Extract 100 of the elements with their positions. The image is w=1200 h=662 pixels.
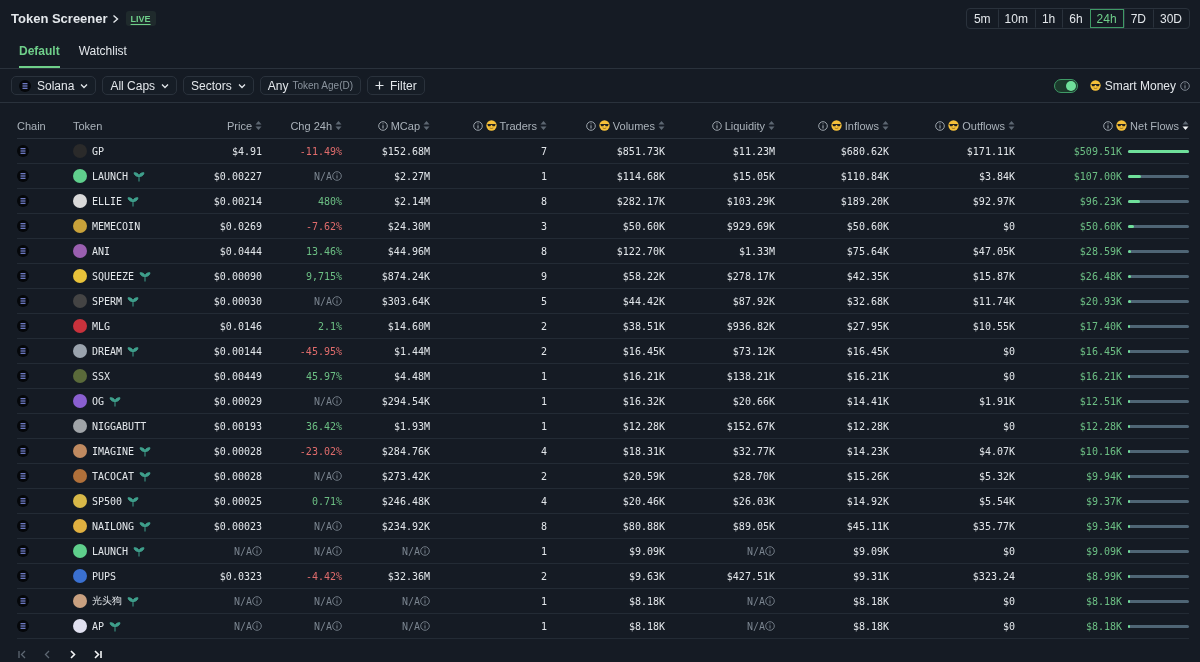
token-name[interactable]: AP <box>92 620 105 632</box>
price-cell: $0.00029 <box>213 395 262 407</box>
token-avatar-icon <box>73 244 87 258</box>
sort-icon[interactable] <box>540 120 547 131</box>
market-cap-cell: $32.36M <box>387 570 430 582</box>
chain-icon <box>17 395 29 407</box>
token-name[interactable]: SQUEEZE <box>92 270 135 282</box>
price-cell: $0.00028 <box>213 445 262 457</box>
column-header: MCap <box>390 119 420 132</box>
column-header: Net Flows <box>1130 119 1179 132</box>
column-header: Outflows <box>962 119 1005 132</box>
time-range-tab[interactable]: 24h <box>1089 9 1124 28</box>
sort-icon[interactable] <box>768 120 775 131</box>
volume-cell: $58.22K <box>622 270 665 282</box>
inflows-cell: $9.31K <box>852 570 889 582</box>
token-avatar-icon <box>73 219 87 233</box>
token-name[interactable]: TACOCAT <box>92 470 135 482</box>
inflows-cell: $8.18K <box>852 620 889 632</box>
token-name[interactable]: ELLIE <box>92 195 123 207</box>
net-flows-cell: $8.18K <box>1085 595 1122 607</box>
chain-icon <box>17 570 29 582</box>
token-name[interactable]: LAUNCH <box>92 170 129 182</box>
token-name[interactable]: ANI <box>92 245 111 257</box>
volume-cell: $50.60K <box>622 220 665 232</box>
outflows-cell: $5.32K <box>978 470 1015 482</box>
time-range-tab[interactable]: 5m <box>966 9 998 28</box>
add-filter-button[interactable]: Filter <box>367 76 425 95</box>
filter-dropdown[interactable]: All Caps <box>102 76 178 95</box>
smart-money-toggle[interactable] <box>1053 78 1078 93</box>
change-cell: 480% <box>317 195 342 207</box>
token-avatar-icon <box>73 519 87 533</box>
traders-cell: 2 <box>540 345 547 357</box>
sort-descending-icon[interactable] <box>1182 120 1189 131</box>
price-cell: $0.00028 <box>213 470 262 482</box>
sort-icon[interactable] <box>423 120 430 131</box>
tab[interactable]: Default <box>19 40 60 68</box>
time-range-tab[interactable]: 30D <box>1153 9 1189 28</box>
caret-icon <box>80 81 89 90</box>
token-name[interactable]: GP <box>92 145 105 157</box>
change-cell: 0.71% <box>311 495 342 507</box>
smart-money-label: Smart Money <box>1104 78 1176 93</box>
time-range-tab[interactable]: 6h <box>1062 9 1090 28</box>
token-name[interactable]: SSX <box>92 370 111 382</box>
market-cap-cell: $874.24K <box>381 270 430 282</box>
time-range-tab[interactable]: 10m <box>997 9 1035 28</box>
price-cell: $0.00090 <box>213 270 262 282</box>
price-cell: $0.0269 <box>219 220 262 232</box>
volume-cell: $20.59K <box>622 470 665 482</box>
outflows-cell: $35.77K <box>972 520 1015 532</box>
net-flows-cell: $509.51K <box>1073 145 1122 157</box>
liquidity-cell: $103.29K <box>726 195 775 207</box>
chain-icon <box>17 520 29 532</box>
sort-icon[interactable] <box>255 120 262 131</box>
last-page-icon[interactable] <box>92 649 103 660</box>
info-icon <box>1180 80 1190 91</box>
token-name[interactable]: MEMECOIN <box>92 220 141 232</box>
token-name[interactable]: DREAM <box>92 345 123 357</box>
sort-icon[interactable] <box>658 120 665 131</box>
token-name[interactable]: PUPS <box>92 570 117 582</box>
token-avatar-icon <box>73 194 87 208</box>
token-name[interactable]: NIGGABUTT <box>92 420 147 432</box>
tab[interactable]: Watchlist <box>78 40 127 68</box>
change-cell: 13.46% <box>305 245 342 257</box>
liquidity-cell: $11.23M <box>732 145 775 157</box>
outflows-cell: $171.11K <box>966 145 1015 157</box>
chevron-right-icon[interactable] <box>111 13 119 24</box>
token-avatar-icon <box>73 169 87 183</box>
time-range-tab[interactable]: 1h <box>1034 9 1063 28</box>
token-avatar-icon <box>73 294 87 308</box>
token-avatar-icon <box>73 444 87 458</box>
live-badge: LIVE <box>125 11 156 26</box>
token-name[interactable]: IMAGINE <box>92 445 135 457</box>
change-cell: N/A <box>313 395 332 407</box>
token-name[interactable]: NAILONG <box>92 520 135 532</box>
outflows-cell: $0 <box>1002 620 1015 632</box>
sort-icon[interactable] <box>882 120 889 131</box>
liquidity-cell: N/A <box>746 620 765 632</box>
liquidity-cell: N/A <box>746 545 765 557</box>
token-avatar-icon <box>73 319 87 333</box>
outflows-cell: $5.54K <box>978 495 1015 507</box>
time-range-tab[interactable]: 7D <box>1123 9 1153 28</box>
token-name[interactable]: SPERM <box>92 295 123 307</box>
change-cell: 2.1% <box>317 320 342 332</box>
token-name[interactable]: 光头狗 <box>92 594 122 608</box>
traders-cell: 4 <box>540 445 547 457</box>
token-name[interactable]: OG <box>92 395 105 407</box>
token-name[interactable]: SP500 <box>92 495 123 507</box>
net-flows-cell: $17.40K <box>1079 320 1122 332</box>
change-cell: N/A <box>313 520 332 532</box>
token-age-filter[interactable]: Any Token Age(D) <box>259 76 362 95</box>
chain-dropdown[interactable]: Solana <box>11 76 97 95</box>
filter-dropdown[interactable]: Sectors <box>183 76 254 95</box>
sort-icon[interactable] <box>1008 120 1015 131</box>
volume-cell: $851.73K <box>616 145 665 157</box>
sort-icon[interactable] <box>335 120 342 131</box>
token-name[interactable]: MLG <box>92 320 111 332</box>
next-page-icon[interactable] <box>67 649 78 660</box>
token-name[interactable]: LAUNCH <box>92 545 129 557</box>
change-cell: N/A <box>313 170 332 182</box>
token-avatar-icon <box>73 269 87 283</box>
